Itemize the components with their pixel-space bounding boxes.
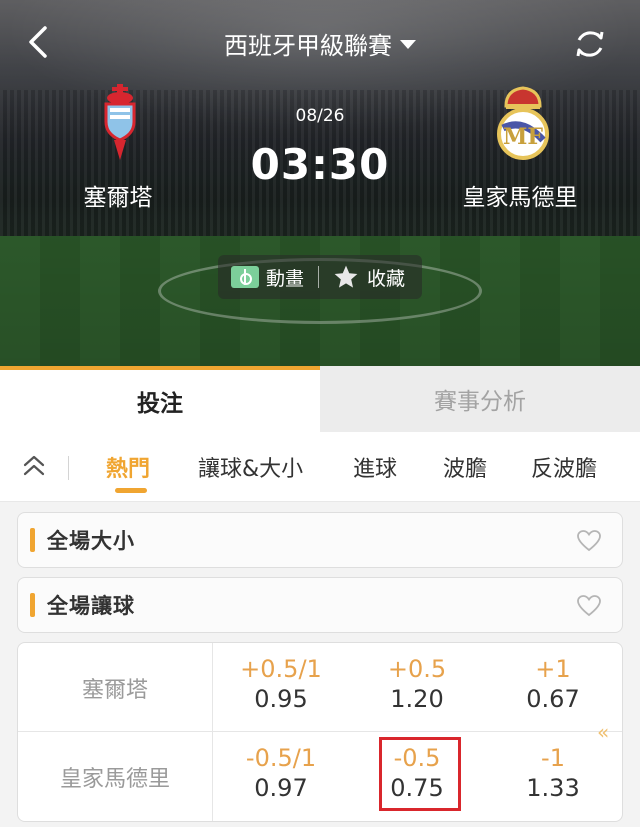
- handicap-line: -0.5/1: [245, 744, 317, 772]
- divider: [68, 456, 69, 480]
- animation-label: 動畫: [266, 267, 305, 290]
- odds-button-selected[interactable]: -0.5 0.75: [349, 732, 485, 821]
- market-title: 全場大小: [47, 529, 135, 553]
- active-tab-indicator: [115, 488, 147, 493]
- tab-match-analysis[interactable]: 賽事分析: [320, 366, 640, 432]
- tab-betting[interactable]: 投注: [0, 366, 320, 432]
- heart-icon[interactable]: [576, 594, 602, 618]
- star-icon: [334, 265, 358, 288]
- handicap-odds-table: 塞爾塔 +0.5/1 0.95 +0.5 1.20 +1 0.67 皇家馬德里 …: [17, 642, 623, 822]
- match-actions: 動畫 收藏: [218, 255, 422, 299]
- odds-button[interactable]: +0.5 1.20: [349, 643, 485, 732]
- odds-button[interactable]: -1 1.33: [485, 732, 621, 821]
- handicap-line: +1: [535, 655, 571, 683]
- handicap-line: -0.5: [393, 744, 441, 772]
- team-name: 塞爾塔: [18, 643, 213, 732]
- odds-price: 0.97: [254, 774, 308, 802]
- market-title: 全場讓球: [47, 594, 135, 618]
- table-row: 皇家馬德里 -0.5/1 0.97 -0.5 0.75 -1 1.33: [18, 732, 622, 821]
- collapse-chevron-up-icon[interactable]: [20, 452, 48, 480]
- match-date: 08/26: [295, 106, 345, 126]
- pitch-icon: [231, 266, 259, 288]
- market-full-time-handicap[interactable]: 全場讓球: [17, 577, 623, 633]
- handicap-line: -1: [541, 744, 565, 772]
- heart-icon[interactable]: [576, 529, 602, 553]
- tab-handicap-over-under[interactable]: 讓球&大小: [198, 451, 303, 483]
- tab-popular[interactable]: 熱門: [106, 451, 150, 483]
- divider: [318, 266, 320, 288]
- odds-button[interactable]: +0.5/1 0.95: [213, 643, 349, 732]
- handicap-line: +0.5/1: [240, 655, 322, 683]
- league-name: 西班牙甲級聯賽: [224, 32, 392, 60]
- match-header: 西班牙甲級聯賽 MF 08/26 03:30 塞爾塔 皇家馬德里 動畫 收藏: [0, 0, 640, 366]
- odds-price: 0.67: [526, 685, 580, 713]
- odds-button[interactable]: +1 0.67: [485, 643, 621, 732]
- odds-price: 1.20: [390, 685, 444, 713]
- tab-reverse-correct-score[interactable]: 反波膽: [531, 451, 597, 483]
- odds-button[interactable]: -0.5/1 0.97: [213, 732, 349, 821]
- table-row: 塞爾塔 +0.5/1 0.95 +0.5 1.20 +1 0.67: [18, 643, 622, 732]
- chevron-left-double-icon[interactable]: «: [597, 720, 609, 744]
- favorite-label: 收藏: [367, 267, 406, 290]
- away-team-name: 皇家馬德里: [462, 185, 578, 211]
- tab-goals[interactable]: 進球: [353, 451, 397, 483]
- favorite-button[interactable]: 收藏: [333, 264, 405, 291]
- league-selector[interactable]: 西班牙甲級聯賽: [0, 26, 640, 61]
- home-team-name: 塞爾塔: [83, 185, 153, 211]
- main-tabs: 投注 賽事分析: [0, 366, 640, 432]
- team-name: 皇家馬德里: [18, 732, 213, 821]
- handicap-line: +0.5: [387, 655, 447, 683]
- animation-button[interactable]: 動畫: [218, 264, 304, 291]
- tab-correct-score[interactable]: 波膽: [443, 451, 487, 483]
- dropdown-caret-icon: [400, 39, 416, 49]
- refresh-icon[interactable]: [572, 26, 608, 62]
- odds-price: 1.33: [526, 774, 580, 802]
- market-full-time-over-under[interactable]: 全場大小: [17, 512, 623, 568]
- odds-price: 0.75: [390, 774, 444, 802]
- market-category-tabs: 熱門 讓球&大小 進球 波膽 反波膽: [0, 432, 640, 502]
- odds-price: 0.95: [254, 685, 308, 713]
